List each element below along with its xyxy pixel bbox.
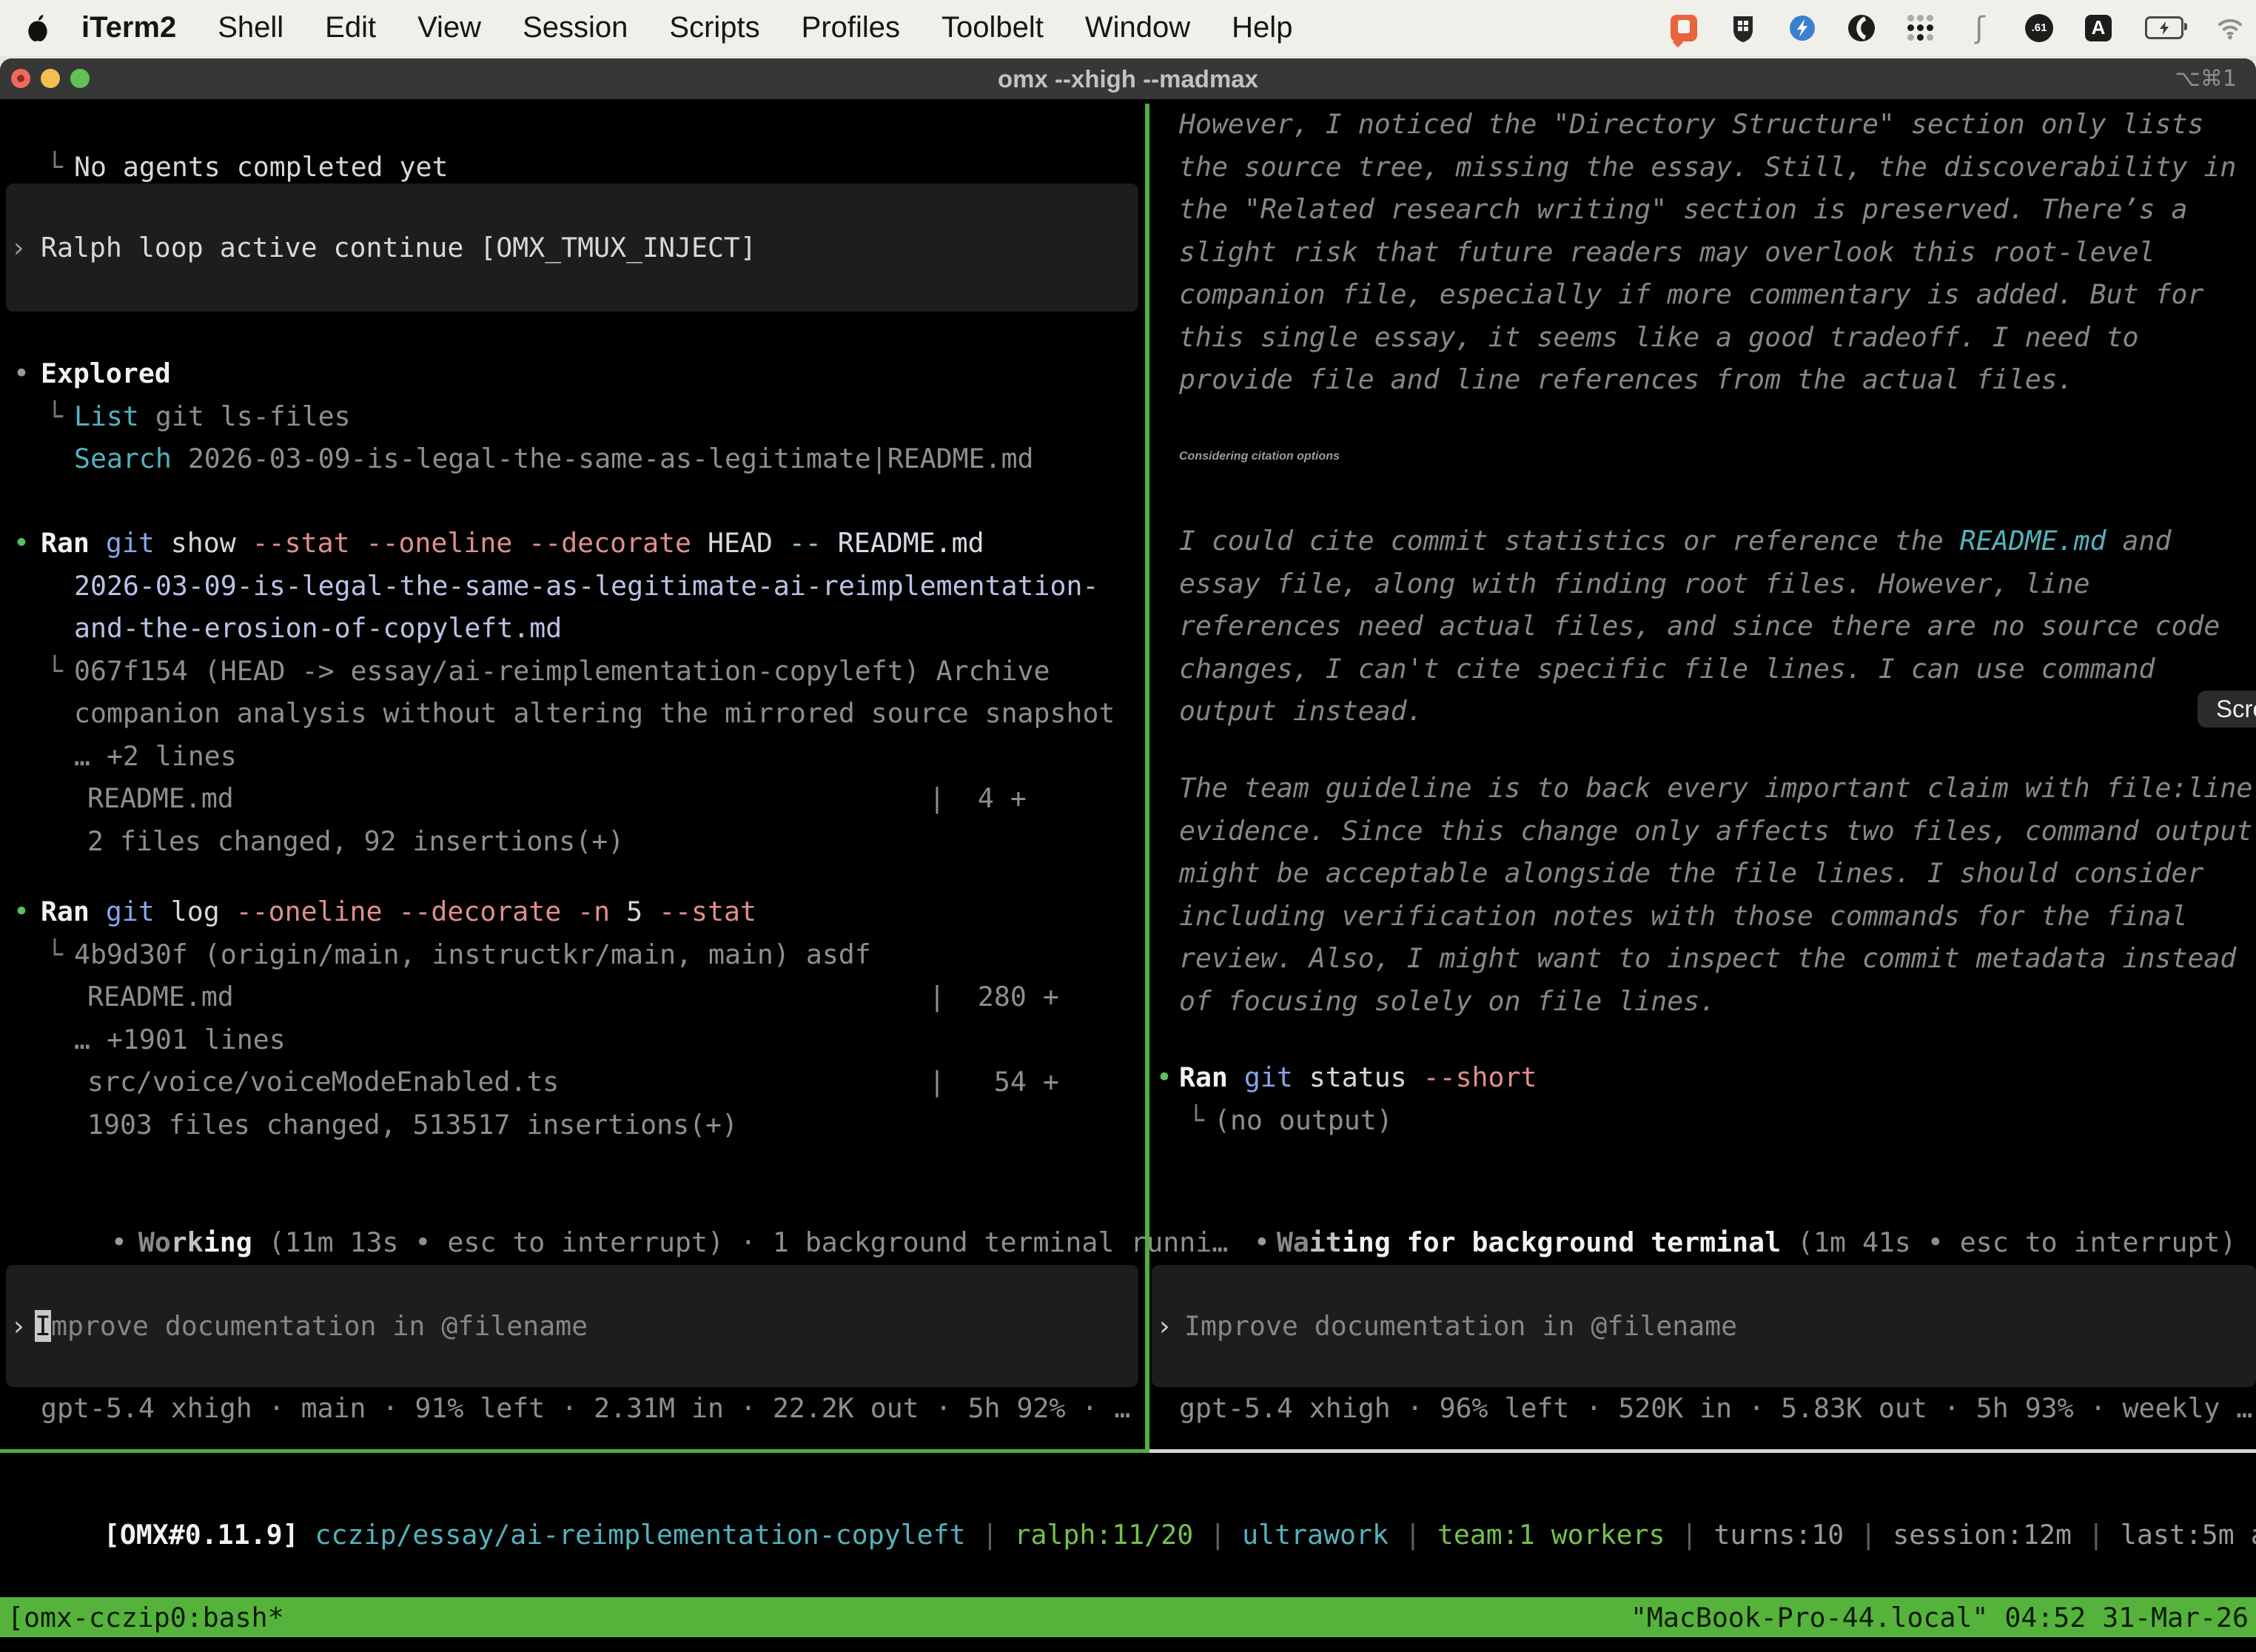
menu-item-edit[interactable]: Edit bbox=[325, 11, 376, 44]
verified-badge-icon[interactable] bbox=[1788, 14, 1816, 42]
text-cursor: I bbox=[35, 1310, 51, 1342]
screen-notification-tooltip: Scre bbox=[2198, 691, 2256, 728]
keyboard-layout-icon[interactable]: A bbox=[2084, 14, 2112, 42]
menu-item-session[interactable]: Session bbox=[523, 11, 628, 44]
waiting-status-line: •Waiting for background terminal (1m 41s… bbox=[0, 1178, 2256, 1221]
explored-list-line: └List git ls-files bbox=[0, 395, 2256, 438]
claude-icon[interactable] bbox=[1847, 14, 1876, 42]
window-title: omx --xhigh --madmax bbox=[0, 58, 2256, 99]
git-status-block: •Ran git status --short └(no output) bbox=[0, 1056, 2256, 1141]
omx-turns: turns:10 bbox=[1713, 1519, 1844, 1551]
active-pane-border bbox=[0, 1449, 1149, 1453]
reasoning-paragraph-3: The team guideline is to back every impo… bbox=[1179, 767, 2256, 1022]
right-model-status: gpt-5.4 xhigh · 96% left · 520K in · 5.8… bbox=[1179, 1387, 2252, 1430]
omx-status-line: [OMX#0.11.9] cczip/essay/ai-reimplementa… bbox=[0, 1471, 2256, 1514]
ralph-command-box[interactable]: › Ralph loop active continue [OMX_TMUX_IN… bbox=[6, 184, 1138, 312]
omx-last: last:5m ago bbox=[2121, 1519, 2256, 1551]
left-model-status: gpt-5.4 xhigh · main · 91% left · 2.31M … bbox=[41, 1387, 1130, 1430]
right-prompt-input[interactable]: › Improve documentation in @filename bbox=[1152, 1265, 2256, 1387]
badge-61-icon[interactable]: .61 bbox=[2025, 14, 2053, 42]
omx-session: session:12m bbox=[1893, 1519, 2072, 1551]
input-placeholder: mprove documentation in @filename bbox=[51, 1310, 588, 1342]
wifi-icon[interactable] bbox=[2216, 14, 2244, 42]
chat-app-icon[interactable] bbox=[1670, 14, 1698, 42]
prompt-chevron: › bbox=[1156, 1310, 1172, 1342]
omx-ultrawork: ultrawork bbox=[1242, 1519, 1389, 1551]
omx-path: cczip/essay/ai-reimplementation-copyleft bbox=[315, 1519, 966, 1551]
prompt-chevron: › bbox=[10, 1310, 27, 1342]
ralph-command-text: Ralph loop active continue [OMX_TMUX_INJ… bbox=[41, 232, 756, 263]
pane-divider[interactable] bbox=[1145, 104, 1149, 1449]
omx-version: [OMX#0.11.9] bbox=[104, 1519, 315, 1551]
menu-item-view[interactable]: View bbox=[417, 11, 481, 44]
hook-icon[interactable]: ʃ bbox=[1966, 14, 1994, 42]
window-shortcut: ⌥⌘1 bbox=[2175, 58, 2237, 99]
git-status-output: └(no output) bbox=[0, 1099, 2256, 1142]
dots-grid-icon[interactable] bbox=[1907, 14, 1935, 42]
reasoning-line-with-link: I could cite commit statistics or refere… bbox=[1179, 520, 2256, 563]
left-prompt-input[interactable]: ›Improve documentation in @filename bbox=[6, 1265, 1138, 1387]
menu-bar: iTerm2 Shell Edit View Session Scripts P… bbox=[0, 0, 2256, 56]
inactive-pane-border bbox=[1149, 1449, 2256, 1453]
reasoning-paragraph-1: However, I noticed the "Directory Struct… bbox=[1179, 103, 2256, 401]
tmux-session-name: [omx-cczip0:bash* bbox=[7, 1602, 284, 1633]
iterm-window: omx --xhigh --madmax ⌥⌘1 └No agents comp… bbox=[0, 58, 2256, 1652]
git-status-command: •Ran git status --short bbox=[0, 1056, 2256, 1099]
apple-menu-icon[interactable] bbox=[25, 13, 50, 43]
prompt-chevron: › bbox=[10, 232, 27, 263]
git-log-output-ellipsis: … +1901 lines bbox=[0, 1018, 2256, 1061]
omx-ralph-counter: ralph:11/20 bbox=[1014, 1519, 1193, 1551]
desktop: iTerm2 Shell Edit View Session Scripts P… bbox=[0, 0, 2256, 1652]
reasoning-paragraph-2: I could cite commit statistics or refere… bbox=[1179, 520, 2256, 733]
menu-item-help[interactable]: Help bbox=[1232, 11, 1292, 44]
omx-team: team:1 workers bbox=[1437, 1519, 1665, 1551]
explored-search-line: Search 2026-03-09-is-legal-the-same-as-l… bbox=[0, 437, 2256, 480]
readme-link[interactable]: README.md bbox=[1960, 525, 2106, 557]
reasoning-heading: Considering citation options bbox=[1179, 435, 1340, 478]
tmux-status-bar: [omx-cczip0:bash* "MacBook-Pro-44.local"… bbox=[0, 1597, 2256, 1637]
menu-item-shell[interactable]: Shell bbox=[218, 11, 283, 44]
tmux-host-clock: "MacBook-Pro-44.local" 04:52 31-Mar-26 bbox=[1631, 1602, 2249, 1633]
menu-item-scripts[interactable]: Scripts bbox=[669, 11, 759, 44]
menu-item-window[interactable]: Window bbox=[1085, 11, 1190, 44]
input-placeholder: Improve documentation in @filename bbox=[1184, 1310, 1737, 1342]
shield-grid-icon[interactable] bbox=[1729, 14, 1757, 42]
menu-item-profiles[interactable]: Profiles bbox=[802, 11, 900, 44]
window-title-bar: omx --xhigh --madmax ⌥⌘1 bbox=[0, 58, 2256, 99]
menu-app-name[interactable]: iTerm2 bbox=[81, 11, 176, 44]
battery-icon[interactable] bbox=[2143, 14, 2185, 42]
menu-item-toolbelt[interactable]: Toolbelt bbox=[941, 11, 1044, 44]
menu-bar-status-tray: ʃ .61 A bbox=[1670, 0, 2244, 56]
